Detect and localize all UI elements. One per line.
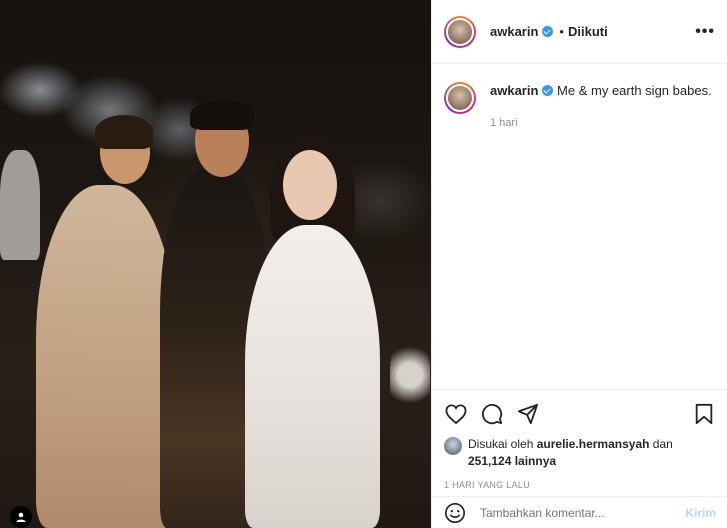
action-icons xyxy=(444,400,716,428)
photo-woman-center-hair xyxy=(190,100,254,130)
post-header: awkarin • Diikuti ••• xyxy=(432,0,727,64)
post-photo[interactable] xyxy=(0,0,431,528)
separator-dot: • xyxy=(559,24,564,39)
share-icon[interactable] xyxy=(516,402,540,426)
posted-time[interactable]: 1 HARI YANG LALU xyxy=(444,480,716,490)
caption-time[interactable]: 1 hari xyxy=(490,114,712,132)
likes-and: dan xyxy=(652,437,673,451)
caption: awkarin Me & my earth sign babes. 1 hari xyxy=(432,64,727,132)
photo-woman-right xyxy=(245,225,380,528)
user-icon xyxy=(16,512,26,522)
tagged-people-button[interactable] xyxy=(10,506,32,528)
photo-background-guest xyxy=(0,150,40,260)
photo-flower xyxy=(390,340,430,410)
photo-woman-left-hair xyxy=(95,115,153,149)
emoji-icon[interactable] xyxy=(444,502,466,524)
caption-body: awkarin Me & my earth sign babes. 1 hari xyxy=(490,82,712,132)
verified-badge-icon xyxy=(542,85,554,96)
caption-avatar[interactable] xyxy=(444,82,476,114)
avatar-image xyxy=(446,17,474,46)
caption-text: Me & my earth sign babes. xyxy=(557,83,712,98)
liker-username[interactable]: aurelie.hermansyah xyxy=(537,437,650,451)
comment-icon[interactable] xyxy=(480,402,504,426)
more-options-icon[interactable]: ••• xyxy=(695,23,715,41)
send-comment-button[interactable]: Kirim xyxy=(685,506,716,520)
photo-woman-right-face xyxy=(283,150,337,220)
liker-avatar[interactable] xyxy=(444,437,462,455)
follow-status-button[interactable]: Diikuti xyxy=(568,24,608,39)
action-bar: Disukai oleh aurelie.hermansyah dan 251,… xyxy=(432,389,727,490)
likes-text: Disukai oleh aurelie.hermansyah dan 251,… xyxy=(468,436,673,470)
likes-prefix: Disukai oleh xyxy=(468,437,534,451)
avatar[interactable] xyxy=(444,15,476,48)
photo-woman-left xyxy=(36,185,176,528)
username-link[interactable]: awkarin xyxy=(490,24,538,39)
like-icon[interactable] xyxy=(444,402,468,426)
likes-summary: Disukai oleh aurelie.hermansyah dan 251,… xyxy=(444,436,716,470)
add-comment-bar: Kirim xyxy=(432,496,727,528)
save-icon[interactable] xyxy=(692,402,716,426)
caption-username[interactable]: awkarin xyxy=(490,83,538,98)
comment-input[interactable] xyxy=(480,505,686,520)
verified-badge-icon xyxy=(542,26,554,37)
caption-avatar-image xyxy=(446,84,474,112)
post-details-panel: awkarin • Diikuti ••• awkarin Me & my ea… xyxy=(431,0,727,528)
likes-count[interactable]: 251,124 lainnya xyxy=(468,454,556,468)
